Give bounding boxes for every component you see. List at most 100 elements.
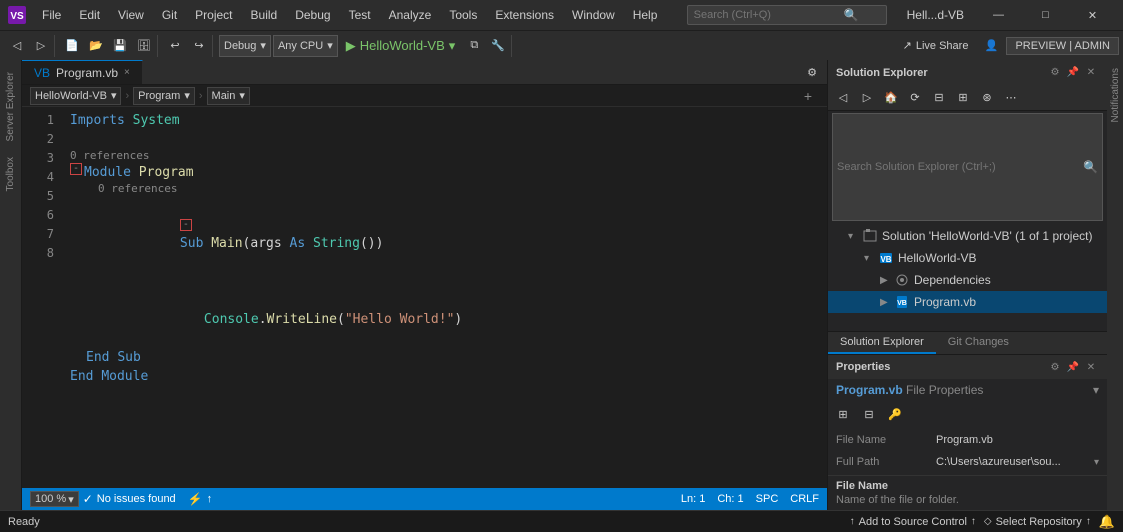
run-button[interactable]: ▶ HelloWorld-VB ▾ <box>340 36 462 56</box>
account-button[interactable]: 👤 <box>980 35 1002 57</box>
notifications-tab[interactable]: Notifications <box>1108 60 1123 130</box>
vertical-scrollbar[interactable] <box>817 107 827 488</box>
sol-refresh-btn[interactable]: ⟳ <box>904 87 926 109</box>
open-folder-button[interactable]: 📂 <box>85 35 107 57</box>
menu-file[interactable]: File <box>34 6 69 24</box>
prop-file-subtitle-text: File Properties <box>906 383 983 397</box>
live-share-button[interactable]: ↗ Live Share <box>895 37 977 54</box>
tree-item-solution[interactable]: ▾ Solution 'HelloWorld-VB' (1 of 1 proje… <box>828 225 1107 247</box>
save-all-button[interactable]: 🗄 <box>133 35 155 57</box>
server-explorer-tab[interactable]: Server Explorer <box>3 64 18 149</box>
solution-explorer-pin-btn[interactable]: 📌 <box>1065 65 1081 81</box>
search-icon: 🔍 <box>1083 160 1098 174</box>
select-repo-up-icon: ↑ <box>1086 516 1091 527</box>
menu-edit[interactable]: Edit <box>71 6 108 24</box>
source-control-up-icon: ↑ <box>850 516 855 527</box>
menu-git[interactable]: Git <box>154 6 185 24</box>
tab-close-icon[interactable]: × <box>124 67 130 78</box>
debug-config-dropdown[interactable]: Debug ▾ <box>219 35 271 57</box>
breadcrumb-class[interactable]: Program ▾ <box>133 87 195 105</box>
toolbox-tab[interactable]: Toolbox <box>3 149 18 199</box>
menu-debug[interactable]: Debug <box>287 6 338 24</box>
repo-icon: ◇ <box>984 516 992 527</box>
menu-help[interactable]: Help <box>625 6 666 24</box>
properties-close-btn[interactable]: ✕ <box>1083 359 1099 375</box>
breadcrumb-add-btn[interactable]: + <box>797 85 819 107</box>
sol-back-btn[interactable]: ◁ <box>832 87 854 109</box>
toolbar-extra-btn[interactable]: ⧉ <box>463 35 485 57</box>
breadcrumb-separator-2: › <box>199 90 203 102</box>
tree-item-dependencies[interactable]: ▶ Dependencies <box>828 269 1107 291</box>
tree-item-programvb[interactable]: ▶ VB Program.vb <box>828 291 1107 313</box>
prop-key-btn[interactable]: 🔑 <box>884 403 906 425</box>
solution-explorer-settings-btn[interactable]: ⚙ <box>1047 65 1063 81</box>
redo-button[interactable]: ↪ <box>188 35 210 57</box>
sol-home-btn[interactable]: 🏠 <box>880 87 902 109</box>
code-line-8 <box>70 386 809 405</box>
debug-config-chevron: ▾ <box>260 39 266 52</box>
vs-logo: VS <box>8 6 26 24</box>
menu-extensions[interactable]: Extensions <box>487 6 562 24</box>
solution-explorer-close-btn[interactable]: ✕ <box>1083 65 1099 81</box>
title-search-box[interactable]: 🔍 <box>687 5 887 25</box>
prop-toolbar: ⊞ ⊟ 🔑 <box>828 401 1107 427</box>
prop-val-fullpath: C:\Users\azureuser\sou... <box>936 456 1094 468</box>
properties-pin-btn[interactable]: 📌 <box>1065 359 1081 375</box>
add-source-control-label: Add to Source Control <box>859 516 967 528</box>
menu-project[interactable]: Project <box>187 6 240 24</box>
maximize-button[interactable]: □ <box>1023 0 1068 30</box>
live-share-icon: ↗ <box>903 39 912 52</box>
solution-search-input[interactable] <box>837 161 1083 173</box>
breadcrumb-project-chevron: ▾ <box>111 89 117 102</box>
close-button[interactable]: ✕ <box>1070 0 1115 30</box>
status-left: 100 % ▾ ✓ No issues found ⚡ ↑ <box>30 491 665 507</box>
menu-view[interactable]: View <box>110 6 152 24</box>
save-button[interactable]: 💾 <box>109 35 131 57</box>
tab-solution-explorer[interactable]: Solution Explorer <box>828 332 936 354</box>
tree-item-project[interactable]: ▾ VB HelloWorld-VB <box>828 247 1107 269</box>
forward-button[interactable]: ▷ <box>30 35 52 57</box>
prop-row-filename: File Name Program.vb <box>828 429 1107 451</box>
solution-icon <box>862 228 878 244</box>
tab-git-changes[interactable]: Git Changes <box>936 332 1021 354</box>
breadcrumb-project[interactable]: HelloWorld-VB ▾ <box>30 87 121 105</box>
prop-sort-btn[interactable]: ⊞ <box>832 403 854 425</box>
menu-window[interactable]: Window <box>564 6 623 24</box>
bell-icon[interactable]: 🔔 <box>1099 514 1115 530</box>
add-source-control-button[interactable]: ↑ Add to Source Control ↑ <box>850 516 976 528</box>
prop-key-filename: File Name <box>836 434 936 446</box>
toolbar-attach-btn[interactable]: 🔧 <box>487 35 509 57</box>
menu-tools[interactable]: Tools <box>441 6 485 24</box>
editor-tab-label: Program.vb <box>56 66 118 80</box>
prop-filter-btn[interactable]: ⊟ <box>858 403 880 425</box>
solution-explorer-search[interactable]: 🔍 <box>832 113 1103 221</box>
back-button[interactable]: ◁ <box>6 35 28 57</box>
bottom-bar: Ready ↑ Add to Source Control ↑ ◇ Select… <box>0 510 1123 532</box>
prop-dropdown-chevron[interactable]: ▾ <box>1093 383 1099 397</box>
title-search-input[interactable] <box>694 9 844 21</box>
menu-test[interactable]: Test <box>341 6 379 24</box>
zoom-control[interactable]: 100 % ▾ <box>30 491 79 507</box>
cpu-label: Any CPU <box>278 40 323 52</box>
toolbar-debug-group: Debug ▾ Any CPU ▾ ▶ HelloWorld-VB ▾ ⧉ 🔧 <box>217 35 512 57</box>
select-repository-button[interactable]: ◇ Select Repository ↑ <box>984 516 1091 528</box>
new-file-button[interactable]: 📄 <box>61 35 83 57</box>
menu-analyze[interactable]: Analyze <box>381 6 440 24</box>
menu-build[interactable]: Build <box>243 6 286 24</box>
code-line-7: End Module <box>70 367 809 386</box>
sol-properties-btn[interactable]: ⊞ <box>952 87 974 109</box>
sol-forward-btn[interactable]: ▷ <box>856 87 878 109</box>
vb-project-icon: VB <box>878 250 894 266</box>
code-content[interactable]: Imports System 0 references - Module Pro… <box>62 107 817 488</box>
editor-tab-programvb[interactable]: VB Program.vb × <box>22 60 143 84</box>
editor-settings-icon[interactable]: ⚙ <box>801 61 823 83</box>
minimize-button[interactable]: — <box>976 0 1021 30</box>
properties-settings-btn[interactable]: ⚙ <box>1047 359 1063 375</box>
cpu-dropdown[interactable]: Any CPU ▾ <box>273 35 338 57</box>
sol-filter-btn[interactable]: ⊛ <box>976 87 998 109</box>
breadcrumb-method[interactable]: Main ▾ <box>207 87 250 105</box>
undo-button[interactable]: ↩ <box>164 35 186 57</box>
sol-misc-btn[interactable]: ⋯ <box>1000 87 1022 109</box>
sol-collapse-btn[interactable]: ⊟ <box>928 87 950 109</box>
preview-admin-button[interactable]: PREVIEW | ADMIN <box>1006 37 1119 55</box>
